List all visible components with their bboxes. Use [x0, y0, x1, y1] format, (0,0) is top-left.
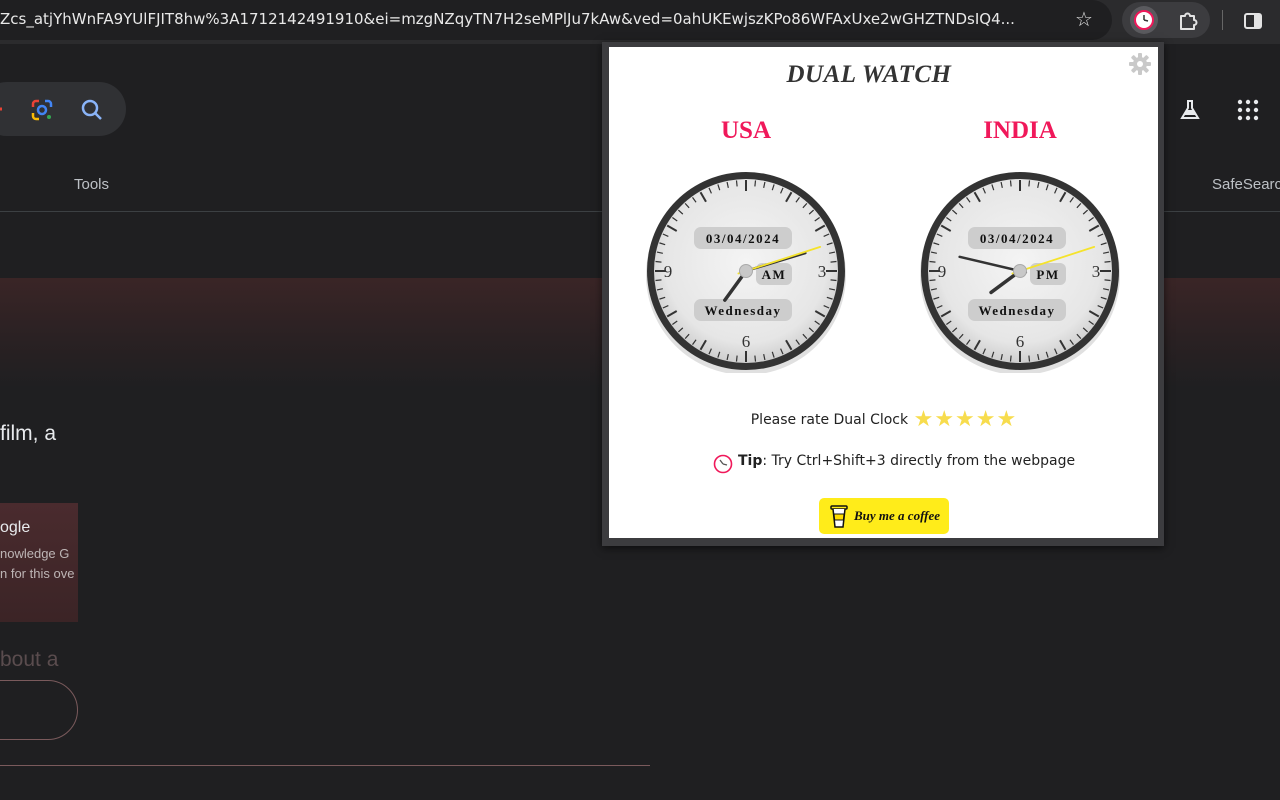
clock-numeral: 3 — [818, 262, 827, 281]
clock-tick — [655, 279, 662, 282]
clock-tick — [929, 279, 936, 282]
search-icon[interactable] — [78, 96, 106, 124]
rating-star-icon[interactable]: ★ — [914, 409, 934, 431]
rating-star-icon[interactable]: ★ — [934, 409, 954, 431]
card-line: nowledge G — [0, 546, 70, 561]
coffee-cup-icon — [829, 503, 849, 529]
clock-tick — [655, 260, 662, 263]
google-apps-icon[interactable] — [1236, 98, 1260, 122]
clock-tick — [735, 355, 738, 362]
country-label-india: INDIA — [983, 117, 1057, 144]
rating-row: Please rate Dual Clock ★★★★★ — [609, 409, 1158, 431]
card-title: ogle — [0, 519, 31, 536]
country-label-usa: USA — [720, 117, 771, 144]
clock-date: 03/04/2024 — [706, 231, 780, 246]
clock-numeral: 3 — [1092, 262, 1101, 281]
clock-tick — [1009, 180, 1012, 187]
snippet-text: film, a — [0, 422, 57, 445]
rating-star-icon[interactable]: ★ — [976, 409, 996, 431]
clock-tick — [754, 355, 757, 362]
clock-tick — [735, 180, 738, 187]
clock-tick — [1104, 260, 1111, 263]
clock-india: 1236903/04/2024PMWednesday — [918, 169, 1122, 373]
safesearch-button[interactable]: SafeSearch — [1212, 176, 1280, 193]
clock-numeral: 6 — [1016, 332, 1025, 351]
clock-tick — [830, 260, 837, 263]
clock-ampm: AM — [762, 267, 787, 282]
google-lens-icon[interactable] — [28, 96, 56, 124]
url-text[interactable]: Zcs_atjYhWnFA9YUlFJIT8hw%3A1712142491910… — [0, 10, 1068, 28]
dual-watch-popup: DUAL WATCH USA INDIA 1236903/04/2024AMWe… — [609, 47, 1158, 538]
rating-star-icon[interactable]: ★ — [955, 409, 975, 431]
clock-usa: 1236903/04/2024AMWednesday — [644, 169, 848, 373]
rate-text: Please rate Dual Clock — [750, 412, 909, 428]
clock-tick — [754, 180, 757, 187]
pill-button[interactable] — [0, 680, 78, 740]
clock-day: Wednesday — [704, 303, 781, 318]
search-box[interactable] — [0, 82, 126, 136]
clock-tick — [830, 279, 837, 282]
extensions-puzzle-icon[interactable] — [1174, 6, 1202, 34]
star-rating[interactable]: ★★★★★ — [913, 409, 1017, 431]
clock-center — [1013, 264, 1027, 278]
clock-numeral: 9 — [664, 262, 673, 281]
clock-tick — [929, 260, 936, 263]
knowledge-card[interactable]: ogle nowledge G n for this ove — [0, 503, 78, 622]
toolbar-separator — [1222, 10, 1223, 30]
dual-watch-extension-icon[interactable] — [1130, 6, 1158, 34]
clock-center — [739, 264, 753, 278]
address-bar[interactable]: Zcs_atjYhWnFA9YUlFJIT8hw%3A1712142491910… — [0, 0, 1112, 40]
buy-me-a-coffee-button[interactable]: Buy me a coffee — [819, 498, 949, 534]
clock-numeral: 6 — [742, 332, 751, 351]
rating-star-icon[interactable]: ★ — [997, 409, 1017, 431]
clock-tick — [1028, 180, 1031, 187]
side-panel-icon[interactable] — [1240, 8, 1266, 34]
voice-search-icon[interactable] — [0, 102, 6, 116]
clock-tip-icon — [713, 454, 733, 474]
popup-title: DUAL WATCH — [786, 61, 952, 88]
bookmark-star-icon[interactable]: ☆ — [1070, 6, 1098, 34]
clock-tick — [1104, 279, 1111, 282]
tools-tab[interactable]: Tools — [74, 176, 109, 193]
clock-date: 03/04/2024 — [980, 231, 1054, 246]
tip-text: : Try Ctrl+Shift+3 directly from the web… — [762, 453, 1076, 469]
card-line: n for this ove — [0, 566, 75, 581]
gear-icon[interactable] — [1128, 52, 1152, 76]
clock-day: Wednesday — [978, 303, 1055, 318]
labs-flask-icon[interactable] — [1176, 96, 1204, 124]
clock-numeral: 9 — [938, 262, 947, 281]
clock-tick — [1009, 355, 1012, 362]
tip-label: Tip — [738, 453, 763, 469]
section-divider — [0, 765, 650, 766]
clock-ampm: PM — [1036, 267, 1059, 282]
clock-tick — [1028, 355, 1031, 362]
coffee-label: Buy me a coffee — [854, 508, 941, 523]
faded-text: bout a — [0, 648, 59, 671]
